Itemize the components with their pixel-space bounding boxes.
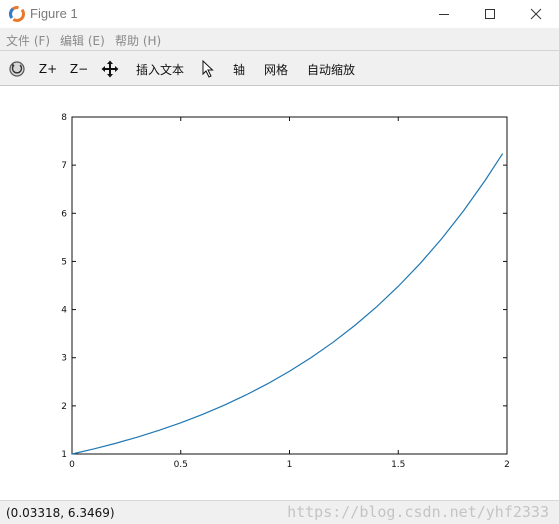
minimize-button[interactable] (421, 0, 467, 28)
menu-bar: 文件 (F) 编辑 (E) 帮助 (H) (0, 28, 559, 50)
x-tick-label: 2 (504, 460, 510, 470)
close-button[interactable] (513, 0, 559, 28)
x-tick-label: 1.5 (391, 460, 405, 470)
menu-edit[interactable]: 编辑 (E) (60, 32, 105, 49)
y-tick-label: 6 (61, 209, 67, 219)
pan-button[interactable] (100, 58, 120, 80)
figure-canvas[interactable]: 0 0.5 1 1.5 2 1 2 3 4 5 6 7 8 (0, 86, 559, 500)
menu-help[interactable]: 帮助 (H) (115, 32, 161, 49)
close-icon (530, 8, 542, 20)
rotate-icon (9, 61, 25, 77)
y-tick-label: 8 (61, 113, 67, 123)
watermark: https://blog.csdn.net/yhf2333 (287, 503, 549, 521)
zoom-out-button[interactable]: Z− (69, 58, 89, 80)
grid-button[interactable]: 网格 (262, 58, 290, 80)
x-tick-label: 0.5 (174, 460, 188, 470)
axes-box (71, 116, 508, 455)
y-tick-label: 4 (61, 306, 67, 316)
select-button[interactable] (199, 58, 217, 80)
title-bar: Figure 1 (0, 0, 559, 28)
rotate-button[interactable] (6, 58, 28, 80)
pan-arrows-icon (101, 60, 119, 78)
y-tick-label: 2 (61, 402, 67, 412)
octave-logo-icon (9, 6, 25, 22)
y-tick-label: 5 (61, 257, 67, 267)
y-tick-label: 1 (61, 450, 67, 460)
x-tick-label: 0 (69, 460, 75, 470)
minimize-icon (439, 14, 449, 15)
autoscale-button[interactable]: 自动缩放 (305, 58, 357, 80)
y-tick-label: 7 (61, 161, 67, 171)
cursor-coordinates: (0.03318, 6.3469) (6, 506, 115, 520)
plot-svg[interactable]: 0 0.5 1 1.5 2 1 2 3 4 5 6 7 8 (0, 86, 559, 500)
cursor-arrow-icon (202, 60, 214, 78)
axis-button[interactable]: 轴 (230, 58, 248, 80)
y-tick-label: 3 (61, 354, 67, 364)
status-bar: (0.03318, 6.3469) https://blog.csdn.net/… (0, 500, 559, 524)
maximize-icon (485, 9, 495, 19)
menu-file[interactable]: 文件 (F) (6, 32, 50, 49)
x-tick-label: 1 (287, 460, 293, 470)
maximize-button[interactable] (467, 0, 513, 28)
toolbar: Z+ Z− 插入文本 轴 网格 自动缩放 (0, 50, 559, 86)
insert-text-button[interactable]: 插入文本 (134, 58, 186, 80)
window-title: Figure 1 (30, 6, 78, 21)
zoom-in-button[interactable]: Z+ (38, 58, 58, 80)
